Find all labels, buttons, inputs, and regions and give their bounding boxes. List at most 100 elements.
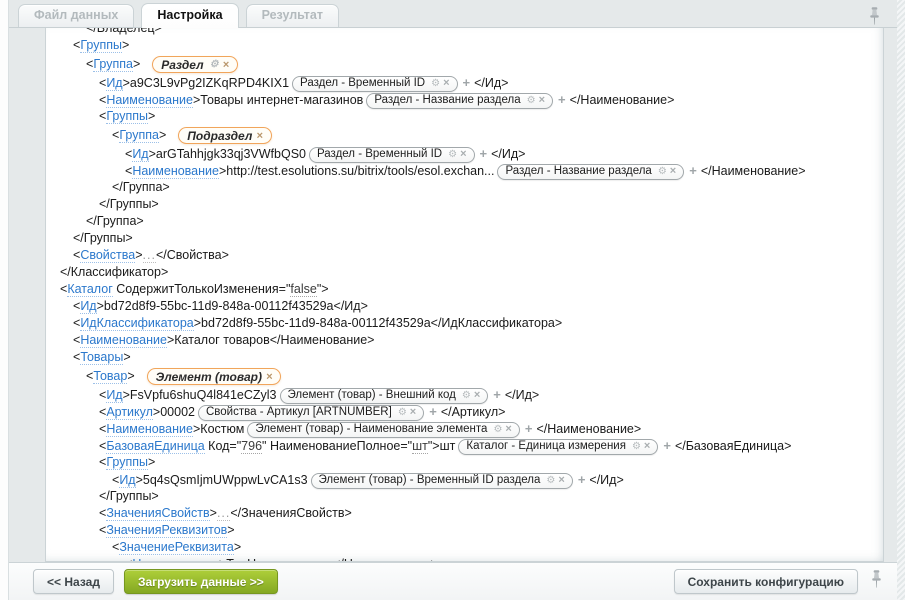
close-icon[interactable]: × xyxy=(644,438,650,455)
close-icon[interactable]: × xyxy=(223,55,229,75)
tab-settings[interactable]: Настройка xyxy=(141,3,238,28)
xml-line: </Владелец> xyxy=(46,28,883,37)
xml-attr-value[interactable]: шт xyxy=(412,439,428,454)
mapping-chip[interactable]: Раздел - Название раздела⚙× xyxy=(497,164,684,180)
pin-icon[interactable] xyxy=(870,569,883,595)
xml-text: http://test.esolutions.su/bitrix/tools/e… xyxy=(226,164,494,178)
gear-icon[interactable]: ⚙ xyxy=(546,472,555,489)
collapsed-content[interactable]: ... xyxy=(143,248,156,263)
gear-icon[interactable]: ⚙ xyxy=(210,55,219,75)
xml-attr-value[interactable]: false xyxy=(290,282,316,297)
add-mapping-icon[interactable]: + xyxy=(493,387,501,402)
mapping-chip[interactable]: Элемент (товар) - Временный ID раздела ⚙× xyxy=(311,473,573,489)
xml-tag-link[interactable]: Ид xyxy=(119,473,135,488)
add-mapping-icon[interactable]: + xyxy=(429,404,437,419)
mapping-chip[interactable]: Раздел - Временный ID⚙× xyxy=(309,147,475,163)
close-icon[interactable]: × xyxy=(670,163,676,180)
mapping-chip[interactable]: Раздел - Название раздела ⚙× xyxy=(366,93,553,109)
collapsed-content[interactable]: ... xyxy=(217,506,230,521)
save-configuration-button[interactable]: Сохранить конфигурацию xyxy=(674,569,858,594)
xml-tag-link[interactable]: ИдКлассификатора xyxy=(80,316,193,331)
xml-tag-link[interactable]: Свойства xyxy=(80,248,135,263)
chip-label: Раздел - Временный ID xyxy=(300,75,425,92)
close-icon[interactable]: × xyxy=(460,146,466,163)
xml-tag-link[interactable]: Каталог xyxy=(67,282,112,297)
xml-tag-link[interactable]: Группы xyxy=(106,109,148,124)
chip-label: Раздел - Название раздела xyxy=(374,92,520,109)
gear-icon[interactable]: ⚙ xyxy=(527,92,536,109)
xml-line: </Группа> xyxy=(46,213,883,230)
add-mapping-icon[interactable]: + xyxy=(578,472,586,487)
add-mapping-icon[interactable]: + xyxy=(663,438,671,453)
close-icon[interactable]: × xyxy=(539,92,545,109)
add-mapping-icon[interactable]: + xyxy=(689,163,697,178)
xml-line: <Ид>a9C3L9vPg2IZKqRPD4KIX1Раздел - Време… xyxy=(46,74,883,91)
tab-result[interactable]: Результат xyxy=(246,4,339,27)
mapping-chip[interactable]: Элемент (товар) - Наименование элемента⚙… xyxy=(247,422,520,438)
xml-text: 00002 xyxy=(160,405,195,419)
xml-line: </Классификатор> xyxy=(46,264,883,281)
mapping-chip[interactable]: Элемент (товар) - Внешний код⚙× xyxy=(280,388,489,404)
xml-tag-link[interactable]: Наименование xyxy=(106,93,193,108)
xml-tag-link[interactable]: ЗначениеРеквизита xyxy=(119,540,234,555)
gear-icon[interactable]: ⚙ xyxy=(431,75,440,92)
close-icon[interactable]: × xyxy=(505,421,511,438)
load-data-button[interactable]: Загрузить данные >> xyxy=(124,569,278,594)
xml-text: > xyxy=(123,76,130,90)
gear-icon[interactable]: ⚙ xyxy=(448,146,457,163)
gear-icon[interactable]: ⚙ xyxy=(462,387,471,404)
xml-text: FsVpfu6shuQ4l841eCZyl3 xyxy=(130,388,277,402)
xml-tag-link[interactable]: Наименование xyxy=(106,422,193,437)
xml-tag-link[interactable]: Группа xyxy=(93,57,133,72)
entity-badge[interactable]: Элемент (товар)× xyxy=(147,368,282,385)
entity-badge[interactable]: Подраздел× xyxy=(178,127,272,144)
xml-tag-link[interactable]: Наименование xyxy=(132,164,219,179)
gear-icon[interactable]: ⚙ xyxy=(398,404,407,421)
xml-tag-link[interactable]: Группы xyxy=(106,455,148,470)
mapping-chip[interactable]: Раздел - Временный ID ⚙× xyxy=(292,76,458,92)
close-icon[interactable]: × xyxy=(558,472,564,489)
xml-text: </Группа> xyxy=(86,214,144,228)
xml-text: > xyxy=(159,128,166,142)
xml-tag-link[interactable]: Ид xyxy=(80,299,96,314)
xml-tag-link[interactable]: Товар xyxy=(93,369,127,384)
close-icon[interactable]: × xyxy=(410,404,416,421)
xml-tag-link[interactable]: ЗначенияСвойств xyxy=(106,506,209,521)
xml-tag-link[interactable]: БазоваяЕдиница xyxy=(106,439,204,454)
xml-line: <Каталог СодержитТолькоИзменения="false"… xyxy=(46,281,883,298)
xml-tag-link[interactable]: Артикул xyxy=(106,405,153,420)
chip-label: Элемент (товар) - Временный ID раздела xyxy=(319,472,541,489)
xml-attr-value[interactable]: 796 xyxy=(241,439,262,454)
add-mapping-icon[interactable]: + xyxy=(480,146,488,161)
add-mapping-icon[interactable]: + xyxy=(525,421,533,436)
xml-tag-link[interactable]: Ид xyxy=(132,147,148,162)
xml-text: </Классификатор> xyxy=(60,265,168,279)
xml-line: <БазоваяЕдиница Код="796" НаименованиеПо… xyxy=(46,437,883,454)
close-icon[interactable]: × xyxy=(474,387,480,404)
xml-text: > xyxy=(136,473,143,487)
gear-icon[interactable]: ⚙ xyxy=(493,421,502,438)
xml-tag-link[interactable]: Ид xyxy=(106,388,122,403)
xml-tag-link[interactable]: Группы xyxy=(80,38,122,53)
entity-badge[interactable]: Раздел⚙× xyxy=(152,56,238,73)
mapping-chip[interactable]: Свойства - Артикул [ARTNUMBER]⚙× xyxy=(198,405,424,421)
back-button[interactable]: << Назад xyxy=(33,569,114,594)
gear-icon[interactable]: ⚙ xyxy=(658,163,667,180)
xml-tag-link[interactable]: Ид xyxy=(106,76,122,91)
xml-tag-link[interactable]: ЗначенияРеквизитов xyxy=(106,523,227,538)
gear-icon[interactable]: ⚙ xyxy=(632,438,641,455)
xml-line: <ЗначениеРеквизита> xyxy=(46,539,883,556)
xml-line: <Наименование>http://test.esolutions.su/… xyxy=(46,162,883,179)
xml-tag-link[interactable]: Группа xyxy=(119,128,159,143)
mapping-chip[interactable]: Каталог - Единица измерения⚙× xyxy=(458,439,658,455)
tab-file-data[interactable]: Файл данных xyxy=(18,4,134,27)
xml-text: > xyxy=(227,523,234,537)
close-icon[interactable]: × xyxy=(256,126,262,146)
add-mapping-icon[interactable]: + xyxy=(463,75,471,90)
xml-tag-link[interactable]: Наименование xyxy=(80,333,167,348)
xml-tag-link[interactable]: Товары xyxy=(80,350,123,365)
xml-text: 5q4sQsmIjmUWppwLvCA1s3 xyxy=(143,473,308,487)
close-icon[interactable]: × xyxy=(443,75,449,92)
add-mapping-icon[interactable]: + xyxy=(558,92,566,107)
close-icon[interactable]: × xyxy=(266,367,272,387)
